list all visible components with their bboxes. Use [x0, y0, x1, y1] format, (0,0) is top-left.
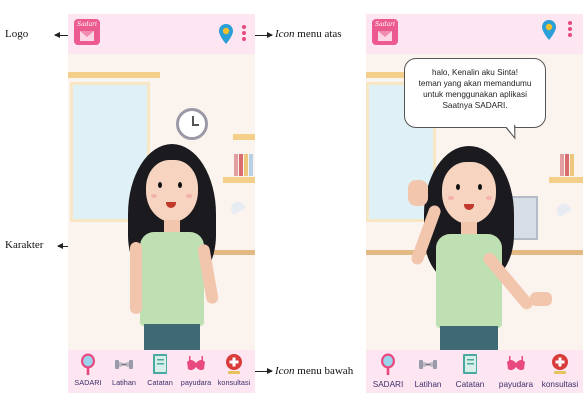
speech-bubble: halo, Kenalin aku Sinta! teman yang akan…: [404, 58, 546, 128]
notebook-icon: [153, 354, 167, 374]
nav-item-konsultasi[interactable]: konsultasi: [542, 353, 578, 391]
first-aid-icon: [226, 354, 242, 374]
top-shelf: [68, 72, 160, 78]
bra-icon: [187, 356, 205, 371]
annotation-top-menu-icon-word: Icon: [275, 28, 295, 40]
top-bar: Sadari: [68, 14, 255, 54]
bottom-nav: SADARI Latihan Catatan payudara konsulta…: [68, 350, 255, 393]
annotation-bottom-menu: Icon menu bawah: [275, 365, 353, 377]
annotation-logo-arrow: [54, 32, 69, 38]
app-logo[interactable]: Sadari: [372, 19, 398, 45]
desk-lamp: [228, 199, 246, 215]
character-waving-hand: [408, 180, 428, 206]
nav-item-latihan[interactable]: Latihan: [410, 353, 446, 391]
nav-label: Latihan: [414, 380, 442, 389]
character-left-arm: [130, 242, 142, 314]
nav-label: Catatan: [455, 380, 485, 389]
wall-clock: [176, 108, 208, 140]
dumbbell-icon: [419, 360, 437, 369]
bubble-line: teman yang akan memandumu: [418, 79, 532, 88]
top-bar: Sadari: [366, 14, 583, 54]
more-menu-icon[interactable]: [568, 21, 572, 39]
nav-item-konsultasi[interactable]: konsultasi: [216, 353, 252, 391]
location-pin-icon[interactable]: [218, 23, 234, 45]
nav-item-latihan[interactable]: Latihan: [106, 353, 142, 391]
bubble-line: Saatnya SADARI.: [442, 101, 508, 110]
nav-item-catatan[interactable]: Catatan: [142, 353, 178, 391]
nav-item-payudara[interactable]: payudara: [178, 353, 214, 391]
character-right-eye: [178, 182, 182, 188]
character-shirt: [140, 232, 204, 326]
character-cheek: [486, 196, 492, 200]
more-menu-icon[interactable]: [242, 25, 246, 43]
mirror-icon: [381, 353, 395, 375]
annotation-top-menu-text: menu atas: [294, 28, 342, 40]
annotation-top-menu: Icon menu atas: [275, 28, 342, 40]
annotation-logo: Logo: [5, 28, 29, 40]
bottom-nav: SADARI Latihan Catatan payudara konsulta…: [366, 350, 583, 393]
nav-item-payudara[interactable]: payudara: [498, 353, 534, 391]
bubble-line: untuk menggunakan aplikasi: [423, 90, 527, 99]
annotation-character: Karakter: [5, 239, 44, 251]
app-logo-text: Sadari: [375, 21, 395, 28]
nav-item-sadari[interactable]: SADARI: [70, 353, 106, 391]
small-shelf: [233, 134, 255, 140]
envelope-icon: [378, 31, 392, 41]
nav-label: konsultasi: [541, 380, 579, 389]
room-background: [68, 54, 255, 364]
character-cheek: [151, 194, 157, 198]
character-right-eye: [478, 184, 482, 190]
app-logo[interactable]: Sadari: [74, 19, 100, 45]
nav-item-catatan[interactable]: Catatan: [452, 353, 488, 391]
character-shirt: [436, 234, 502, 328]
app-logo-text: Sadari: [77, 21, 97, 28]
character-face: [146, 160, 198, 222]
character-right-hand: [530, 292, 552, 306]
app-screen-2: Sadari halo, Kenalin aku Sinta! teman ya…: [366, 14, 583, 393]
nav-label: konsultasi: [217, 378, 251, 387]
character-left-eye: [158, 182, 162, 188]
bubble-line: halo, Kenalin aku Sinta!: [431, 68, 519, 77]
envelope-icon: [80, 31, 94, 41]
first-aid-icon: [552, 354, 568, 374]
character-left-eye: [456, 184, 460, 190]
app-screen-1: Sadari SADARI Latihan Catatan payudara k…: [68, 14, 255, 393]
annotation-bottom-menu-icon-word: Icon: [275, 365, 295, 377]
character-face: [442, 162, 496, 224]
nav-label: SADARI: [372, 380, 404, 389]
notebook-icon: [463, 354, 477, 374]
bra-icon: [507, 356, 525, 371]
character-cheek: [448, 196, 454, 200]
dumbbell-icon: [115, 360, 133, 369]
location-pin-icon[interactable]: [541, 19, 557, 41]
character-cheek: [186, 194, 192, 198]
mirror-icon: [81, 353, 95, 375]
desk-lamp: [554, 201, 572, 217]
annotation-bottom-menu-text: menu bawah: [294, 365, 354, 377]
nav-label: payudara: [498, 380, 534, 389]
nav-item-sadari[interactable]: SADARI: [370, 353, 406, 391]
